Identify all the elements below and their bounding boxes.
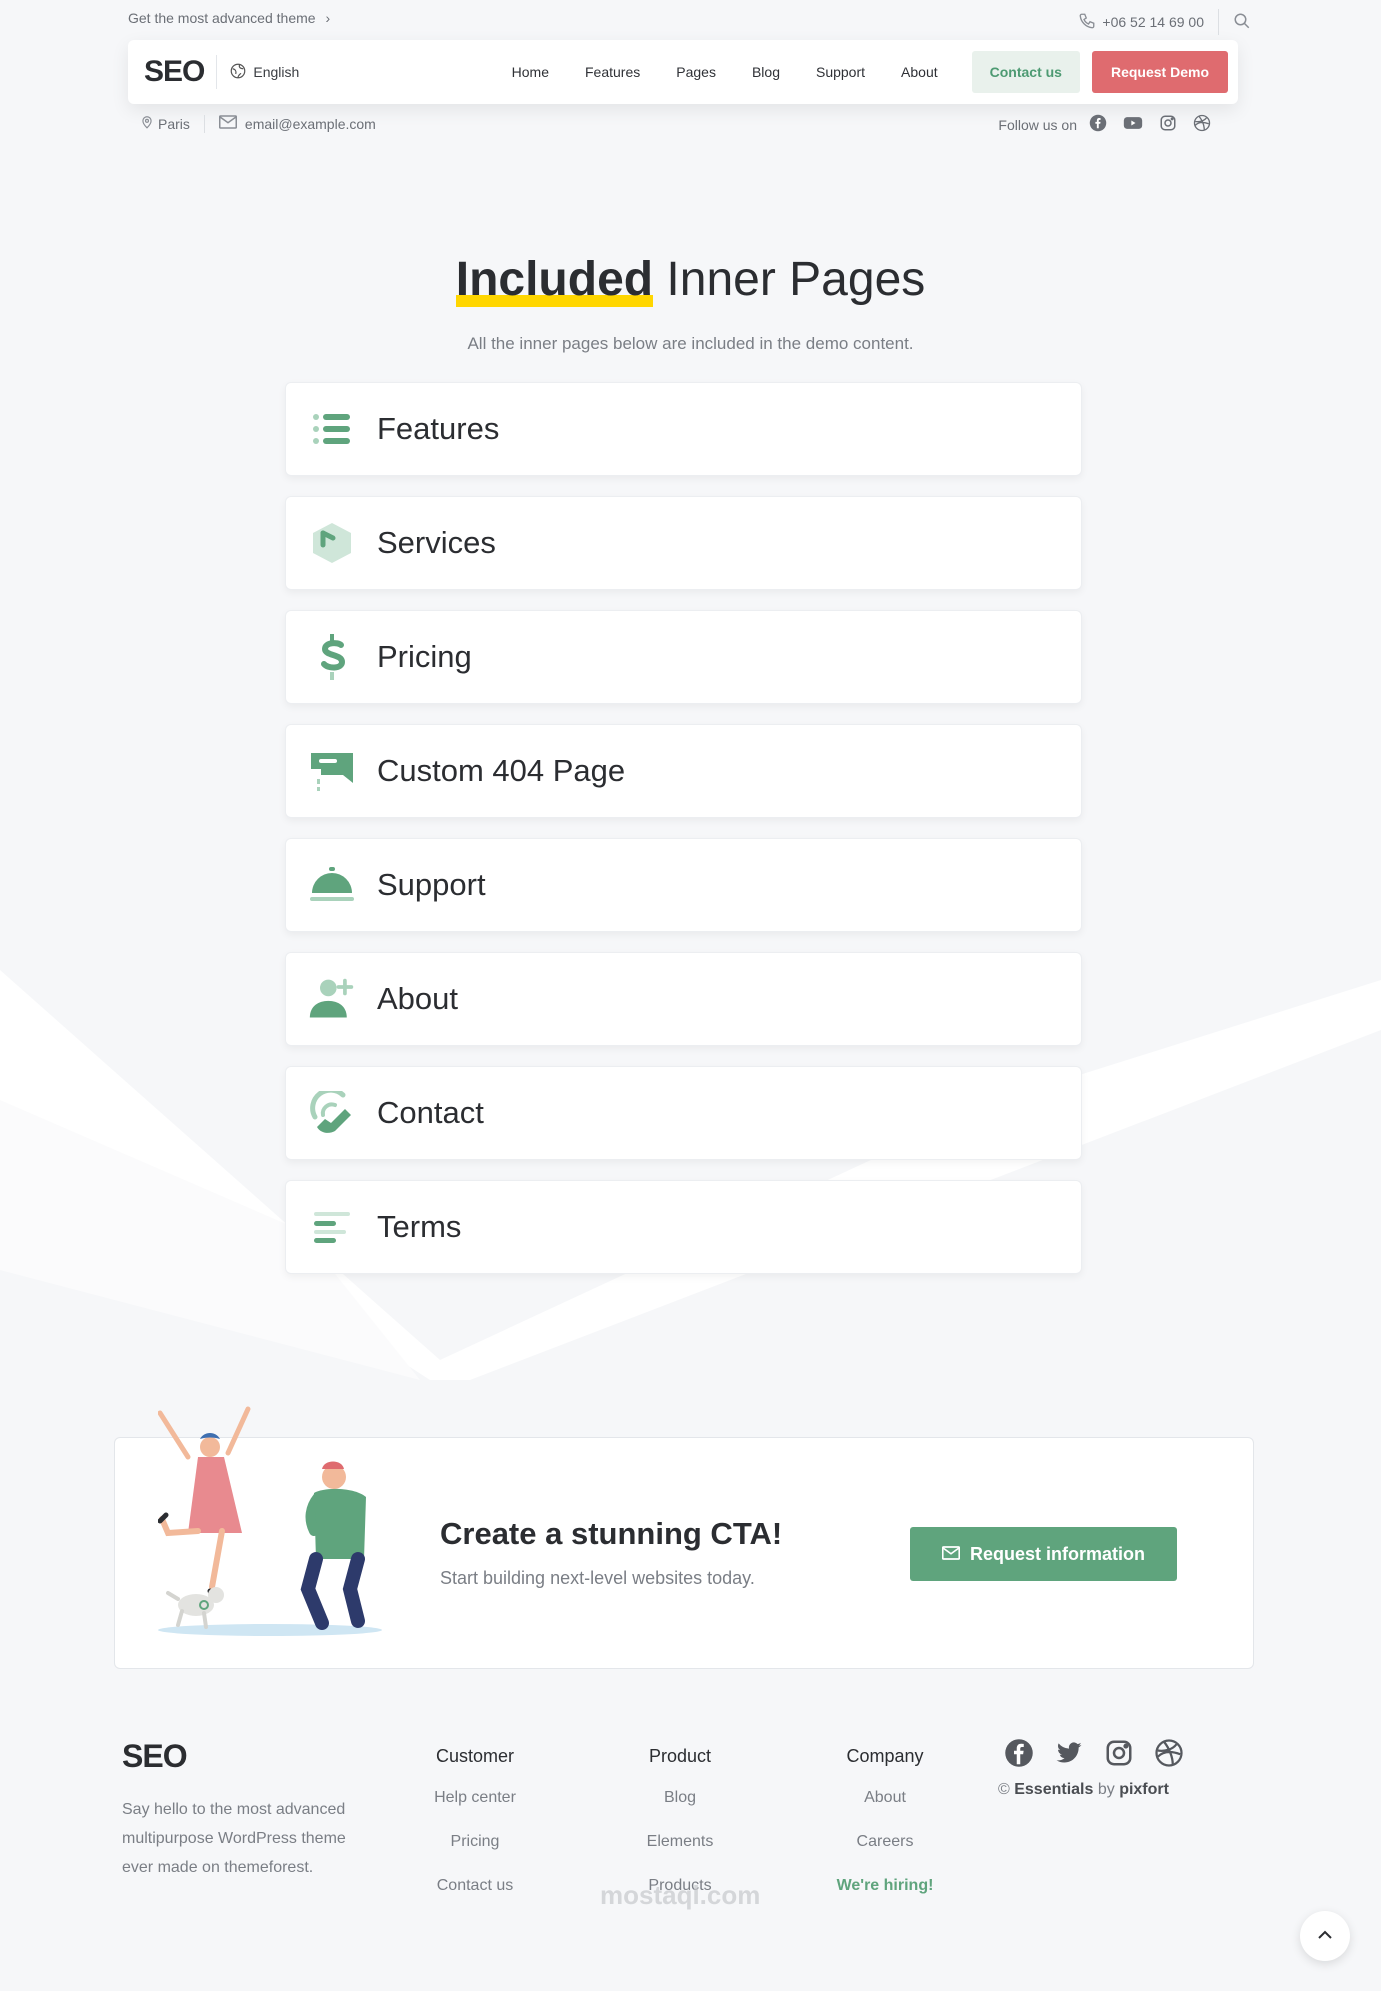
nav-pages[interactable]: Pages (676, 64, 716, 80)
footer-social (1004, 1738, 1184, 1773)
footer-link[interactable]: Careers (795, 1833, 975, 1877)
footer-description: Say hello to the most advanced multipurp… (122, 1801, 346, 1876)
column-title: Product (648, 1746, 712, 1766)
social-follow: Follow us on (998, 114, 1211, 135)
language-label: English (253, 64, 300, 80)
box-icon (308, 519, 356, 567)
page-card-pricing[interactable]: Pricing (285, 610, 1082, 704)
phone-number[interactable]: +06 52 14 69 00 (1102, 14, 1204, 30)
card-label: Services (377, 525, 496, 560)
page-card-404[interactable]: Custom 404 Page (285, 724, 1082, 818)
footer-column-company: Company About Careers We're hiring! (795, 1746, 975, 1921)
hiring-link[interactable]: We're hiring! (795, 1877, 975, 1921)
card-label: Features (377, 411, 500, 446)
column-title: Company (846, 1746, 924, 1766)
footer-link[interactable]: Help center (385, 1789, 565, 1833)
dribbble-icon[interactable] (1193, 114, 1211, 135)
nav-features[interactable]: Features (585, 64, 640, 80)
footer-logo[interactable]: SEO (122, 1738, 188, 1775)
watermark: mostaql.com (600, 1880, 761, 1910)
instagram-icon[interactable] (1104, 1738, 1134, 1773)
mail-icon (218, 115, 237, 132)
youtube-icon[interactable] (1123, 115, 1143, 134)
chevron-up-icon (1317, 1927, 1333, 1945)
facebook-icon[interactable] (1089, 114, 1107, 135)
twitter-icon[interactable] (1054, 1738, 1084, 1773)
title-rest: Inner Pages (666, 253, 926, 306)
copyright-by: by (1093, 1781, 1120, 1798)
globe-icon (229, 62, 247, 83)
cta-subtitle: Start building next-level websites today… (440, 1568, 755, 1588)
card-label: Support (377, 867, 486, 902)
phone-icon (308, 1089, 356, 1137)
copyright: © Essentials by pixfort (998, 1781, 1169, 1799)
copyright-prefix: © (998, 1781, 1015, 1798)
contact-info-bar: Paris email@example.com (140, 114, 376, 133)
instagram-icon[interactable] (1159, 114, 1177, 135)
celebration-illustration (158, 1406, 382, 1636)
logo[interactable]: SEO (144, 55, 205, 89)
page-card-support[interactable]: Support (285, 838, 1082, 932)
promo-text: Get the most advanced theme (128, 10, 316, 26)
title-highlight: Included (455, 253, 654, 307)
request-information-button[interactable]: Request information (910, 1527, 1177, 1581)
footer-link[interactable]: About (795, 1789, 975, 1833)
card-label: Terms (377, 1209, 462, 1244)
button-label: Request information (969, 1543, 1145, 1564)
contact-us-button[interactable]: Contact us (971, 51, 1080, 93)
card-label: Pricing (377, 639, 472, 674)
divider (203, 114, 205, 133)
topbar-right: +06 52 14 69 00 (1078, 9, 1251, 35)
divider (216, 55, 218, 89)
copyright-author[interactable]: pixfort (1119, 1781, 1169, 1798)
nav-home[interactable]: Home (512, 64, 549, 80)
chevron-right-icon: › (325, 10, 331, 26)
map-pin-icon (140, 114, 154, 133)
nav-support[interactable]: Support (816, 64, 865, 80)
add-user-icon (308, 975, 356, 1023)
email-link[interactable]: email@example.com (245, 116, 376, 132)
nav-blog[interactable]: Blog (752, 64, 780, 80)
page-card-features[interactable]: Features (285, 382, 1082, 476)
language-switcher[interactable]: English (229, 62, 299, 83)
list-icon (308, 405, 356, 453)
cta-title: Create a stunning CTA! (440, 1516, 783, 1551)
text-lines-icon (308, 1203, 356, 1251)
promo-link[interactable]: Get the most advanced theme › (128, 10, 330, 26)
card-label: About (377, 981, 459, 1016)
column-title: Customer (435, 1746, 515, 1766)
footer-column-customer: Customer Help center Pricing Contact us (385, 1746, 565, 1921)
footer-link[interactable]: Contact us (385, 1877, 565, 1921)
broken-sign-icon (308, 747, 356, 795)
main-header: SEO English Home Features Pages Blog Sup… (128, 40, 1238, 104)
city-label: Paris (158, 115, 190, 132)
section-subtitle: All the inner pages below are included i… (467, 334, 914, 353)
page-card-about[interactable]: About (285, 952, 1082, 1046)
dribbble-icon[interactable] (1154, 1738, 1184, 1773)
copyright-brand[interactable]: Essentials (1014, 1781, 1093, 1798)
mail-icon (941, 1544, 961, 1565)
footer-link[interactable]: Pricing (385, 1833, 565, 1877)
facebook-icon[interactable] (1004, 1738, 1034, 1773)
footer-link[interactable]: Blog (590, 1789, 770, 1833)
card-label: Custom 404 Page (377, 753, 626, 788)
divider (1218, 9, 1219, 35)
footer-link[interactable]: Elements (590, 1833, 770, 1877)
main-nav: Home Features Pages Blog Support About (512, 64, 938, 80)
service-bell-icon (308, 861, 356, 909)
request-demo-button[interactable]: Request Demo (1091, 51, 1228, 93)
follow-label: Follow us on (998, 116, 1077, 133)
card-label: Contact (377, 1095, 484, 1130)
page-card-terms[interactable]: Terms (285, 1180, 1082, 1274)
scroll-to-top-button[interactable] (1300, 1911, 1350, 1961)
search-icon[interactable] (1233, 12, 1251, 33)
page-card-services[interactable]: Services (285, 496, 1082, 590)
phone-icon (1078, 12, 1096, 33)
nav-about[interactable]: About (901, 64, 938, 80)
section-title: Included Inner Pages (0, 252, 1381, 307)
page-card-contact[interactable]: Contact (285, 1066, 1082, 1160)
dollar-icon (308, 633, 356, 681)
